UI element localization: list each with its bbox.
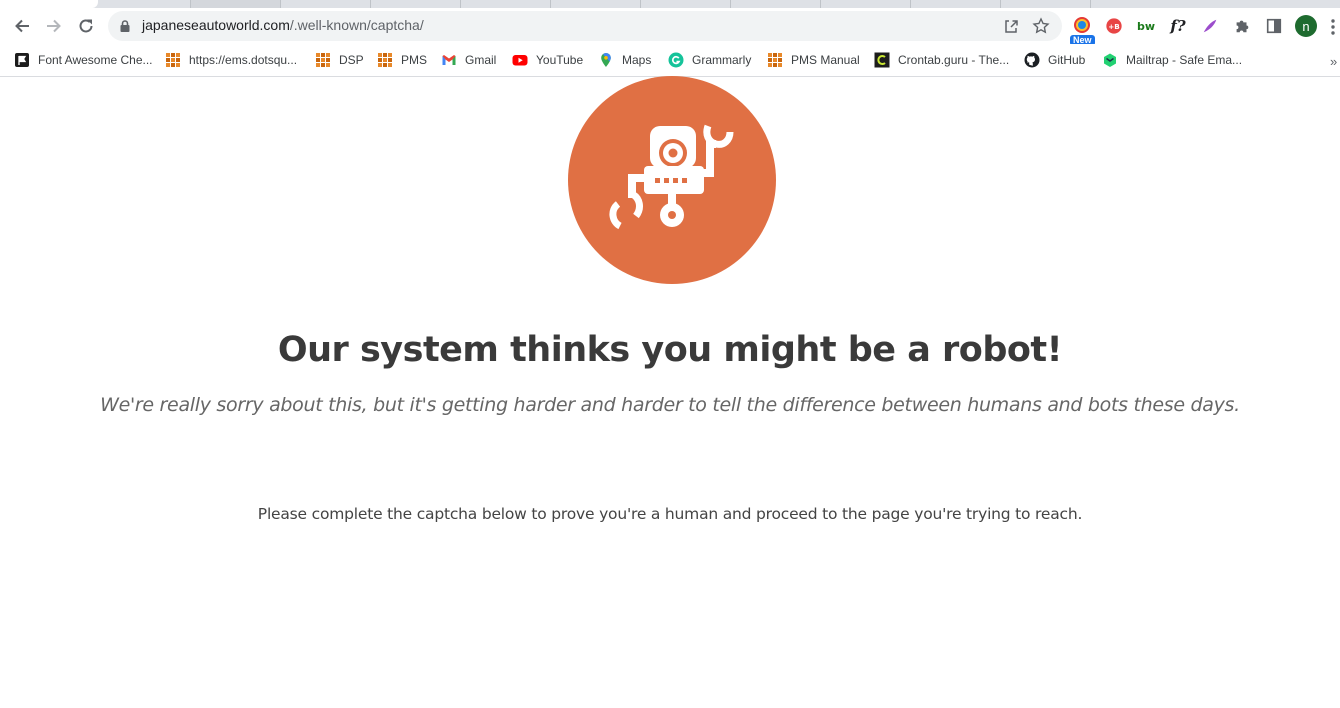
app-grid-icon: [767, 52, 783, 68]
tab[interactable]: [1000, 0, 1091, 8]
bookmark-font-awesome[interactable]: Font Awesome Che...: [14, 51, 153, 69]
extension-red-icon[interactable]: +B: [1104, 16, 1124, 36]
tab[interactable]: [1090, 0, 1181, 8]
bookmark-ems[interactable]: https://ems.dotsqu...: [165, 51, 297, 69]
tab[interactable]: [460, 0, 551, 8]
bookmark-grammarly[interactable]: Grammarly: [668, 51, 751, 69]
tab-strip: [0, 0, 1340, 8]
bookmark-maps[interactable]: Maps: [598, 51, 651, 69]
app-grid-icon: [377, 52, 393, 68]
page-title: Our system thinks you might be a robot!: [277, 330, 1063, 370]
tab[interactable]: [910, 0, 1001, 8]
tab[interactable]: [550, 0, 641, 8]
bookmark-github[interactable]: GitHub: [1024, 51, 1085, 69]
github-icon: [1024, 52, 1040, 68]
bookmark-star-icon[interactable]: [1032, 17, 1050, 35]
svg-text:bw: bw: [1137, 20, 1155, 33]
bookmark-label: https://ems.dotsqu...: [189, 53, 298, 67]
bookmark-mailtrap[interactable]: Mailtrap - Safe Ema...: [1102, 51, 1242, 69]
tab[interactable]: [730, 0, 821, 8]
profile-avatar[interactable]: n: [1295, 15, 1317, 37]
captcha-instructions: Please complete the captcha below to pro…: [257, 505, 1083, 523]
bookmarks-bar: Font Awesome Che... https://ems.dotsqu..…: [0, 44, 1340, 77]
gmail-icon: [441, 52, 457, 68]
active-tab[interactable]: [0, 0, 98, 8]
font-awesome-icon: [14, 52, 30, 68]
bookmark-label: Maps: [622, 53, 652, 67]
svg-text:+B: +B: [1108, 22, 1120, 31]
robot-icon: [609, 124, 734, 230]
extensions-puzzle-icon[interactable]: [1232, 16, 1252, 36]
lock-icon: [120, 20, 130, 32]
extension-function-icon[interactable]: f?: [1168, 16, 1188, 36]
bookmark-label: Grammarly: [692, 53, 752, 67]
grammarly-icon: [668, 52, 684, 68]
youtube-icon: [512, 52, 528, 68]
url-text[interactable]: japaneseautoworld.com/.well-known/captch…: [142, 17, 424, 33]
bookmark-label: YouTube: [536, 53, 584, 67]
tab[interactable]: [280, 0, 371, 8]
crontab-icon: [874, 52, 890, 68]
browser-toolbar: japaneseautoworld.com/.well-known/captch…: [0, 8, 1340, 46]
bookmarks-overflow-button[interactable]: »: [1330, 54, 1337, 69]
bookmark-pms-manual[interactable]: PMS Manual: [767, 51, 860, 69]
share-icon[interactable]: [1002, 17, 1020, 35]
url-path: /.well-known/captcha/: [289, 17, 424, 33]
extension-feather-icon[interactable]: [1200, 16, 1220, 36]
bookmark-label: GitHub: [1048, 53, 1086, 67]
maps-icon: [598, 52, 614, 68]
bookmark-label: Gmail: [465, 53, 497, 67]
menu-kebab-icon[interactable]: [1330, 18, 1336, 36]
back-button[interactable]: [8, 12, 36, 40]
page-subtitle: We're really sorry about this, but it's …: [100, 394, 1240, 416]
tab[interactable]: [640, 0, 731, 8]
bookmark-dsp[interactable]: DSP: [315, 51, 364, 69]
forward-button[interactable]: [40, 12, 68, 40]
tab[interactable]: [820, 0, 911, 8]
svg-text:f?: f?: [1169, 17, 1185, 35]
arrow-left-icon: [15, 19, 29, 33]
app-grid-icon: [165, 52, 181, 68]
robot-illustration: [568, 76, 776, 284]
bookmark-pms[interactable]: PMS: [377, 51, 427, 69]
url-host: japaneseautoworld.com: [142, 17, 290, 33]
tab[interactable]: [190, 0, 281, 8]
bookmark-crontab[interactable]: Crontab.guru - The...: [874, 51, 1009, 69]
reload-icon: [79, 19, 93, 33]
tab[interactable]: [370, 0, 461, 8]
bookmark-gmail[interactable]: Gmail: [441, 51, 496, 69]
side-panel-icon[interactable]: [1264, 16, 1284, 36]
extension-bw-icon[interactable]: bw: [1136, 16, 1156, 36]
app-grid-icon: [315, 52, 331, 68]
extension-colorful-icon[interactable]: [1072, 16, 1092, 36]
arrow-right-icon: [47, 19, 61, 33]
address-bar[interactable]: japaneseautoworld.com/.well-known/captch…: [108, 11, 1062, 41]
bookmark-label: Crontab.guru - The...: [898, 53, 1010, 67]
bookmark-label: DSP: [339, 53, 364, 67]
mailtrap-icon: [1102, 52, 1118, 68]
reload-button[interactable]: [72, 12, 100, 40]
bookmark-label: Mailtrap - Safe Ema...: [1126, 53, 1243, 67]
bookmark-youtube[interactable]: YouTube: [512, 51, 583, 69]
bookmark-label: Font Awesome Che...: [38, 53, 153, 67]
bookmark-label: PMS Manual: [791, 53, 860, 67]
bookmark-label: PMS: [401, 53, 428, 67]
